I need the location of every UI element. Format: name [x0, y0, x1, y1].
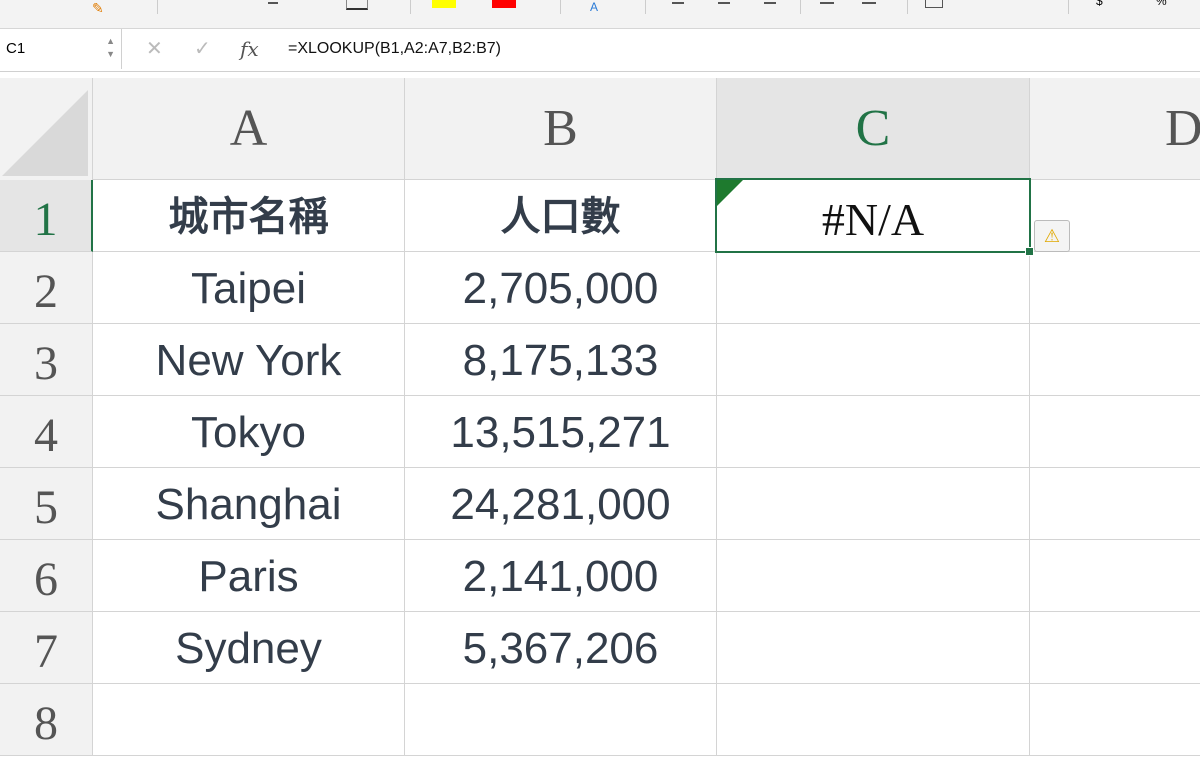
ribbon-toolbar: ✎ A $ % — [0, 0, 1200, 29]
cell-D7[interactable] — [1030, 612, 1200, 684]
cell-A4[interactable]: Tokyo — [93, 396, 405, 468]
row-header-8[interactable]: 8 — [0, 684, 93, 756]
cell-D2[interactable] — [1030, 252, 1200, 324]
cancel-icon[interactable]: ✕ — [146, 29, 163, 69]
cell-C1-value: #N/A — [821, 194, 925, 245]
cell-C4[interactable] — [717, 396, 1030, 468]
cell-A1[interactable]: 城市名稱 — [93, 180, 405, 252]
cell-B7[interactable]: 5,367,206 — [405, 612, 717, 684]
divider — [410, 0, 411, 14]
row-header-6[interactable]: 6 — [0, 540, 93, 612]
divider — [1068, 0, 1069, 14]
spreadsheet-grid: A B C D 1 城市名稱 人口數 2 Taipei 2,705,000 3 New York 8,1… — [0, 72, 1200, 764]
font-color-icon[interactable] — [492, 0, 516, 8]
cell-C7[interactable] — [717, 612, 1030, 684]
align-icon[interactable] — [268, 2, 278, 4]
formula-bar: C1 ▲ ▼ ✕ ✓ fx =XLOOKUP(B1,A2:A7,B2:B7) — [0, 29, 1200, 72]
column-header-A[interactable]: A — [93, 78, 405, 180]
merge-cells-icon[interactable] — [925, 0, 943, 8]
confirm-icon[interactable]: ✓ — [194, 29, 211, 69]
cell-D3[interactable] — [1030, 324, 1200, 396]
outdent-icon[interactable] — [862, 2, 876, 4]
cell-C3[interactable] — [717, 324, 1030, 396]
insert-function-icon[interactable]: fx — [240, 29, 259, 69]
cell-B5[interactable]: 24,281,000 — [405, 468, 717, 540]
fill-handle[interactable] — [1025, 247, 1034, 256]
cell-A8[interactable] — [93, 684, 405, 756]
cell-C6[interactable] — [717, 540, 1030, 612]
column-header-B[interactable]: B — [405, 78, 717, 180]
cell-D5[interactable] — [1030, 468, 1200, 540]
cell-B8[interactable] — [405, 684, 717, 756]
row-header-3[interactable]: 3 — [0, 324, 93, 396]
cell-C2[interactable] — [717, 252, 1030, 324]
row-header-4[interactable]: 4 — [0, 396, 93, 468]
name-box[interactable]: C1 ▲ ▼ — [0, 29, 122, 69]
error-indicator-icon — [717, 180, 743, 206]
cell-B1[interactable]: 人口數 — [405, 180, 717, 252]
row-header-1[interactable]: 1 — [0, 180, 93, 252]
name-box-spinner-icon[interactable]: ▲ ▼ — [106, 35, 115, 61]
divider — [560, 0, 561, 14]
divider — [157, 0, 158, 14]
name-box-value: C1 — [6, 40, 26, 57]
cell-A5[interactable]: Shanghai — [93, 468, 405, 540]
format-painter-icon[interactable]: ✎ — [92, 0, 104, 16]
divider — [645, 0, 646, 14]
active-cell-C1[interactable]: #N/A — [715, 178, 1034, 256]
cell-D6[interactable] — [1030, 540, 1200, 612]
fill-color-icon[interactable] — [432, 0, 456, 8]
row-header-7[interactable]: 7 — [0, 612, 93, 684]
indent-icon[interactable] — [820, 2, 834, 4]
column-header-D[interactable]: D — [1030, 78, 1200, 180]
percent-icon[interactable]: % — [1156, 0, 1167, 8]
divider — [907, 0, 908, 14]
cell-B3[interactable]: 8,175,133 — [405, 324, 717, 396]
cell-B4[interactable]: 13,515,271 — [405, 396, 717, 468]
cell-D4[interactable] — [1030, 396, 1200, 468]
cell-A3[interactable]: New York — [93, 324, 405, 396]
cell-D8[interactable] — [1030, 684, 1200, 756]
cell-A7[interactable]: Sydney — [93, 612, 405, 684]
border-icon[interactable] — [346, 0, 368, 10]
align-left-icon[interactable] — [672, 2, 684, 4]
cell-A6[interactable]: Paris — [93, 540, 405, 612]
select-all-button[interactable] — [0, 78, 93, 181]
align-center-icon[interactable] — [718, 2, 730, 4]
text-style-icon[interactable]: A — [590, 0, 598, 14]
currency-icon[interactable]: $ — [1096, 0, 1103, 8]
align-right-icon[interactable] — [764, 2, 776, 4]
cell-B2[interactable]: 2,705,000 — [405, 252, 717, 324]
cell-B6[interactable]: 2,141,000 — [405, 540, 717, 612]
cell-A2[interactable]: Taipei — [93, 252, 405, 324]
formula-input[interactable]: =XLOOKUP(B1,A2:A7,B2:B7) — [288, 29, 501, 69]
column-header-C[interactable]: C — [717, 78, 1030, 180]
warning-icon[interactable]: ⚠ — [1034, 220, 1070, 252]
cell-C5[interactable] — [717, 468, 1030, 540]
row-header-2[interactable]: 2 — [0, 252, 93, 324]
cell-C8[interactable] — [717, 684, 1030, 756]
row-header-5[interactable]: 5 — [0, 468, 93, 540]
divider — [800, 0, 801, 14]
